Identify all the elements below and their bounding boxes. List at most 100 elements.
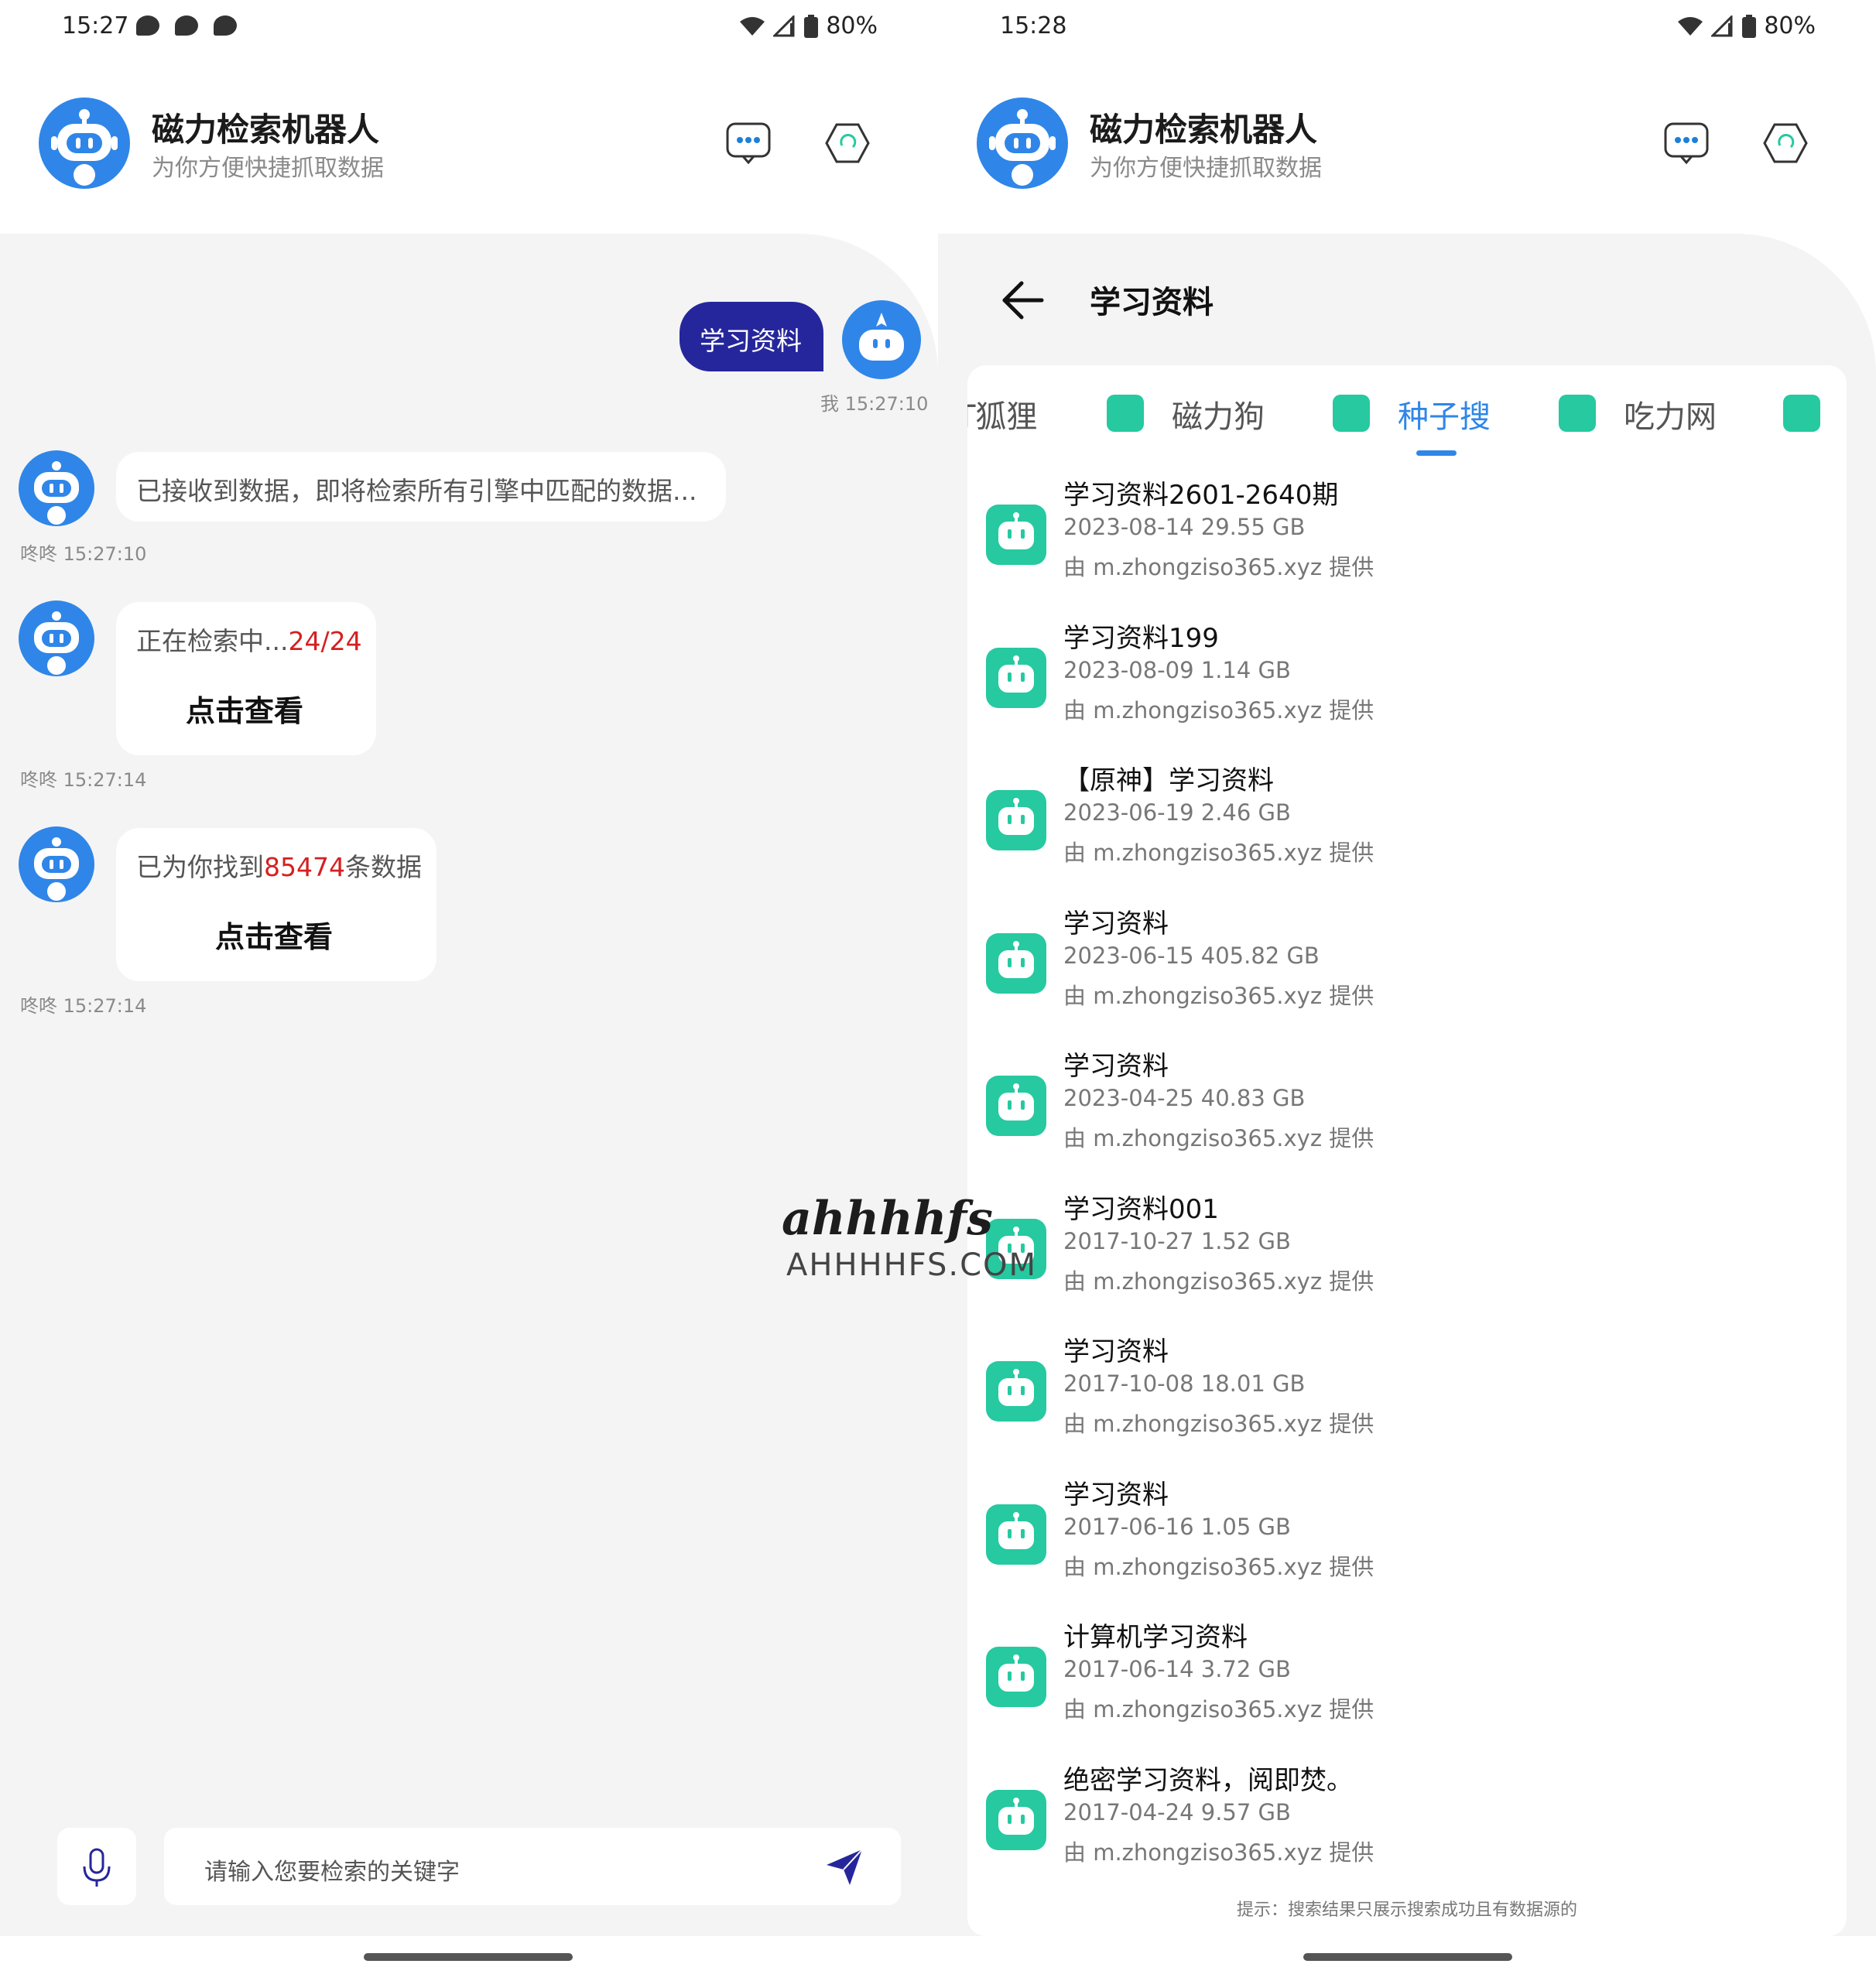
result-meta: 2023-06-15 405.82 GB xyxy=(1063,942,1320,969)
notification-icons xyxy=(136,15,237,36)
chat-notification-icon xyxy=(175,15,198,36)
progress-label: 正在检索中... xyxy=(136,626,289,656)
result-meta: 2017-06-14 3.72 GB xyxy=(1063,1656,1291,1682)
search-placeholder: 请输入您要检索的关键字 xyxy=(204,1859,460,1886)
result-title: 学习资料 xyxy=(1063,1479,1169,1511)
app-title: 磁力检索机器人 xyxy=(152,111,380,149)
result-item[interactable]: 绝密学习资料，阅即焚。 2017-04-24 9.57 GB 由 m.zhongzi… xyxy=(967,1759,1847,1901)
microphone-button[interactable] xyxy=(57,1828,136,1905)
target-icon[interactable] xyxy=(1763,122,1808,164)
robot-icon xyxy=(1107,395,1144,432)
bot-avatar-icon xyxy=(19,826,94,902)
send-icon[interactable] xyxy=(823,1846,865,1888)
robot-avatar-icon xyxy=(977,98,1068,189)
result-count: 85474 xyxy=(264,852,345,882)
progress-count: 24/24 xyxy=(288,626,362,656)
view-button[interactable]: 点击查看 xyxy=(215,913,333,956)
bot-message-time: 咚咚 15:27:10 xyxy=(20,543,147,565)
result-title: 学习资料 xyxy=(1063,1336,1169,1367)
result-item[interactable]: 学习资料 2017-06-16 1.05 GB 由 m.zhongziso365.x… xyxy=(967,1473,1847,1616)
robot-avatar-icon xyxy=(39,98,130,189)
result-item[interactable]: 学习资料2601-2640期 2023-08-14 29.55 GB 由 m.zho… xyxy=(967,474,1847,616)
user-message-time: 我 15:27:10 xyxy=(820,393,929,415)
result-item[interactable]: 学习资料199 2023-08-09 1.14 GB 由 m.zhongziso36… xyxy=(967,617,1847,759)
more-menu-icon[interactable] xyxy=(726,122,771,165)
robot-icon xyxy=(986,1789,1046,1850)
bot-avatar-icon xyxy=(19,450,94,526)
bot-message-text: 已接收到数据，即将检索所有引擎中匹配的数据... xyxy=(136,476,697,506)
active-tab-indicator xyxy=(1416,450,1457,456)
bot-progress-text: 正在检索中...24/24 xyxy=(136,621,362,658)
watermark-logo: ahhhhfs AHHHHFS.COM xyxy=(782,1192,1037,1285)
result-item[interactable]: 【原神】学习资料 2023-06-19 2.46 GB 由 m.zhongziso3… xyxy=(967,759,1847,902)
robot-icon xyxy=(986,790,1046,850)
bot-progress-bubble: 正在检索中...24/24 点击查看 xyxy=(116,602,376,755)
robot-icon xyxy=(1783,395,1820,432)
result-item[interactable]: 学习资料001 2017-10-27 1.52 GB 由 m.zhongziso36… xyxy=(967,1188,1847,1330)
home-indicator[interactable] xyxy=(1303,1953,1512,1961)
chat-notification-icon xyxy=(214,15,237,36)
home-indicator[interactable] xyxy=(364,1953,573,1961)
result-item[interactable]: 计算机学习资料 2017-06-14 3.72 GB 由 m.zhongziso36… xyxy=(967,1616,1847,1758)
chat-notification-icon xyxy=(136,15,159,36)
signal-icon xyxy=(773,15,796,37)
result-item[interactable]: 学习资料 2023-04-25 40.83 GB 由 m.zhongziso365.… xyxy=(967,1045,1847,1187)
app-subtitle: 为你方便快捷抓取数据 xyxy=(1090,155,1322,182)
results-card: T狐狸 磁力狗 种子搜 吃力网 学习资料2601-2640期 2023-08-14… xyxy=(967,365,1847,1936)
result-meta: 2017-10-08 18.01 GB xyxy=(1063,1370,1306,1397)
robot-icon xyxy=(986,1361,1046,1422)
watermark-logo-text: ahhhhfs xyxy=(782,1192,993,1246)
result-title: 学习资料 xyxy=(1063,1051,1169,1082)
result-title: 学习资料199 xyxy=(1063,622,1219,654)
bot-message-bubble: 已接收到数据，即将检索所有引擎中匹配的数据... xyxy=(116,452,726,522)
result-item[interactable]: 学习资料 2017-10-08 18.01 GB 由 m.zhongziso365.… xyxy=(967,1330,1847,1473)
results-screen: 15:28 80% 磁力检索机器人 为你方便快捷抓取数据 学习资料 狐狸 磁力狗… xyxy=(938,0,1876,1981)
result-suffix: 条数据 xyxy=(344,852,422,882)
result-meta: 2017-10-27 1.52 GB xyxy=(1063,1227,1291,1254)
bot-message-time: 咚咚 15:27:14 xyxy=(20,995,147,1017)
engine-tabs: T狐狸 磁力狗 种子搜 吃力网 xyxy=(967,365,1847,466)
battery-icon xyxy=(1742,14,1757,38)
microphone-icon xyxy=(83,1848,111,1887)
robot-icon xyxy=(986,1504,1046,1565)
result-item[interactable]: 学习资料 2023-06-15 405.82 GB 由 m.zhongziso365… xyxy=(967,902,1847,1045)
bot-result-bubble: 已为你找到85474条数据 点击查看 xyxy=(116,828,436,981)
target-icon[interactable] xyxy=(825,122,870,164)
result-meta: 2017-04-24 9.57 GB xyxy=(1063,1798,1291,1825)
result-source: 由 m.zhongziso365.xyz 提供 xyxy=(1063,554,1374,580)
result-source: 由 m.zhongziso365.xyz 提供 xyxy=(1063,840,1374,866)
tab-label: 种子搜 xyxy=(1398,399,1491,435)
robot-icon xyxy=(1333,395,1370,432)
result-source: 由 m.zhongziso365.xyz 提供 xyxy=(1063,982,1374,1009)
user-message-text: 学习资料 xyxy=(700,326,802,356)
app-title: 磁力检索机器人 xyxy=(1090,111,1318,149)
more-menu-icon[interactable] xyxy=(1664,122,1709,165)
result-title: 【原神】学习资料 xyxy=(1063,765,1274,796)
page-header: 学习资料 xyxy=(938,271,1876,333)
bot-message-time: 咚咚 15:27:14 xyxy=(20,769,147,791)
robot-icon xyxy=(986,1076,1046,1136)
app-header: 磁力检索机器人 为你方便快捷抓取数据 xyxy=(938,93,1876,201)
user-message-bubble: 学习资料 xyxy=(680,302,823,371)
battery-percent: 80% xyxy=(1764,12,1816,39)
view-button[interactable]: 点击查看 xyxy=(186,687,303,730)
result-source: 由 m.zhongziso365.xyz 提供 xyxy=(1063,1125,1374,1151)
user-avatar-icon xyxy=(842,300,921,379)
result-title: 绝密学习资料，阅即焚。 xyxy=(1063,1764,1353,1796)
results-hint: 提示：搜索结果只展示搜索成功且有数据源的 xyxy=(1236,1901,1577,1920)
result-source: 由 m.zhongziso365.xyz 提供 xyxy=(1063,1411,1374,1437)
status-indicators: 80% xyxy=(739,12,878,39)
result-title: 计算机学习资料 xyxy=(1063,1622,1248,1653)
search-input[interactable]: 请输入您要检索的关键字 xyxy=(164,1828,901,1905)
result-title: 学习资料2601-2640期 xyxy=(1063,480,1339,511)
status-indicators: 80% xyxy=(1677,12,1816,39)
bot-avatar-icon xyxy=(19,600,94,676)
robot-icon xyxy=(986,647,1046,708)
tab-label: 吃力网 xyxy=(1624,399,1717,435)
bot-result-text: 已为你找到85474条数据 xyxy=(136,847,422,884)
back-arrow-icon[interactable] xyxy=(1001,280,1045,320)
result-meta: 2017-06-16 1.05 GB xyxy=(1063,1513,1291,1540)
result-source: 由 m.zhongziso365.xyz 提供 xyxy=(1063,1839,1374,1866)
status-time: 15:27 xyxy=(62,12,129,39)
battery-icon xyxy=(804,14,819,38)
